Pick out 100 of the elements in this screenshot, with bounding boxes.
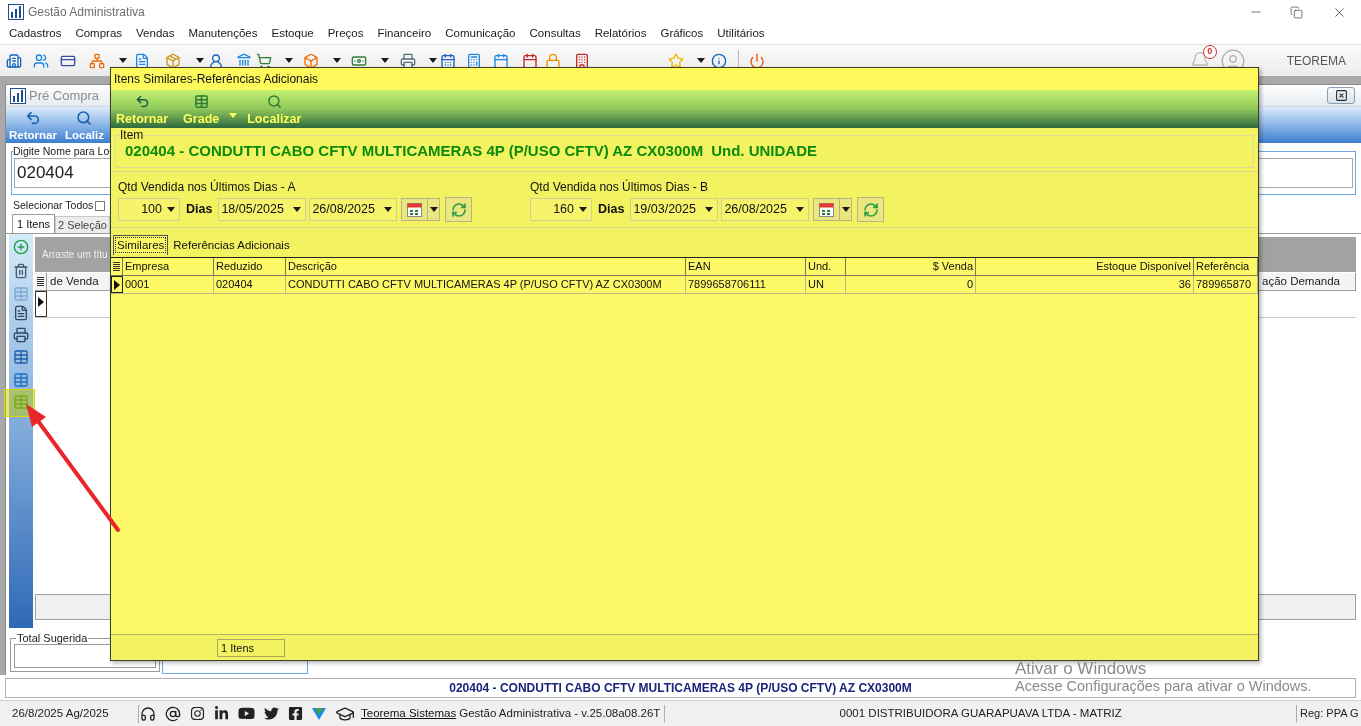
triangle-logo-icon[interactable]	[312, 707, 326, 720]
checkbox[interactable]	[95, 201, 106, 211]
caret-icon[interactable]	[166, 207, 175, 212]
tab[interactable]: 2 Seleção	[55, 216, 110, 233]
twitter-icon[interactable]	[264, 706, 279, 721]
people-icon[interactable]	[33, 52, 49, 69]
power-icon[interactable]	[749, 52, 765, 69]
tab[interactable]: 1 Itens	[12, 214, 56, 233]
package-icon[interactable]	[303, 52, 319, 69]
star-icon[interactable]	[668, 52, 684, 69]
lock-icon[interactable]	[545, 52, 561, 69]
caret-icon[interactable]	[381, 58, 389, 63]
calendar-button[interactable]	[813, 198, 841, 221]
days-dropdown[interactable]: 100	[118, 198, 180, 221]
date-picker[interactable]: 18/05/2025	[218, 198, 307, 221]
menu-item[interactable]: Cadastros	[9, 25, 62, 43]
search-icon	[76, 110, 93, 126]
menu-item[interactable]: Financeiro	[377, 25, 432, 43]
box-icon[interactable]	[165, 52, 181, 69]
date-picker[interactable]: 26/08/2025	[721, 198, 810, 221]
menu-item[interactable]: Manutenções	[188, 25, 258, 43]
menu-item[interactable]: Estoque	[271, 25, 314, 43]
plus-icon[interactable]	[13, 239, 29, 255]
person-icon[interactable]	[208, 52, 224, 69]
menu-item[interactable]: Consultas	[529, 25, 581, 43]
table-icon[interactable]	[13, 349, 29, 365]
column-header[interactable]: de Venda	[47, 273, 110, 290]
facebook-icon[interactable]	[288, 706, 303, 721]
column-header[interactable]: EAN	[686, 258, 806, 275]
document-icon[interactable]	[13, 305, 29, 321]
date-picker[interactable]: 19/03/2025	[630, 198, 719, 221]
caret-icon[interactable]	[333, 58, 341, 63]
column-header[interactable]: Descrição	[286, 258, 686, 275]
list-icon[interactable]	[113, 262, 120, 271]
calendar-button[interactable]	[401, 198, 429, 221]
trash-icon[interactable]	[13, 263, 29, 279]
calculator-icon[interactable]	[466, 52, 482, 69]
tab[interactable]: Similares	[113, 235, 169, 255]
caret-icon[interactable]	[795, 207, 804, 212]
caret-icon[interactable]	[697, 58, 705, 63]
group-hint: Arraste um títu	[42, 248, 108, 262]
menu-item[interactable]: Relatórios	[594, 25, 647, 43]
menu-item[interactable]: Utilitários	[717, 25, 765, 43]
caret-icon[interactable]	[841, 207, 850, 212]
caret-icon[interactable]	[292, 207, 301, 212]
org-chart-icon[interactable]	[89, 52, 105, 69]
row-header[interactable]	[35, 291, 47, 317]
instagram-icon[interactable]	[190, 706, 205, 721]
menu-item[interactable]: Vendas	[136, 25, 175, 43]
date-picker[interactable]: 26/08/2025	[309, 198, 398, 221]
column-chooser[interactable]	[35, 273, 47, 290]
list-icon[interactable]	[37, 277, 44, 286]
caret-icon[interactable]	[704, 207, 713, 212]
building-icon[interactable]	[6, 52, 22, 69]
tab[interactable]: Referências Adicionais	[170, 237, 293, 255]
restore-icon[interactable]	[1290, 5, 1303, 19]
dropdown-button[interactable]	[428, 198, 441, 221]
days-dropdown[interactable]: 160	[530, 198, 592, 221]
menu-item[interactable]: Preços	[327, 25, 364, 43]
caret-icon[interactable]	[429, 58, 437, 63]
period-label: Qtd Vendida nos Últimos Dias - B	[530, 180, 710, 194]
table-cell: UN	[806, 276, 846, 293]
column-header[interactable]: Reduzido	[214, 258, 286, 275]
building-icon[interactable]	[574, 52, 590, 69]
register-text: Reg: PPA G	[1299, 706, 1360, 722]
column-header[interactable]: Und.	[806, 258, 846, 275]
undo-arrow-icon	[24, 110, 41, 126]
table-cell: 020404	[214, 276, 286, 293]
at-sign-icon[interactable]	[165, 705, 181, 722]
dropdown-button[interactable]	[840, 198, 853, 221]
column-header[interactable]: Estoque Disponível	[976, 258, 1194, 275]
column-header[interactable]: ação Demanda	[1258, 273, 1356, 290]
menu-item[interactable]: Comunicação	[445, 25, 516, 43]
column-chooser[interactable]	[111, 258, 123, 275]
printer-icon[interactable]	[400, 52, 416, 69]
website-link[interactable]: Teorema Sistemas	[361, 704, 457, 723]
table-cell: 0	[846, 276, 976, 293]
info-icon[interactable]	[711, 52, 727, 69]
undo-arrow-icon	[134, 94, 150, 109]
caret-icon[interactable]	[196, 58, 204, 63]
close-button[interactable]	[1327, 87, 1355, 104]
linkedin-icon[interactable]	[214, 706, 229, 721]
headset-icon[interactable]	[140, 705, 156, 722]
document-icon[interactable]	[134, 52, 150, 69]
caret-icon[interactable]	[383, 207, 392, 212]
field-label: Digite Nome para Lo	[13, 145, 110, 157]
column-header[interactable]: $ Venda	[846, 258, 976, 275]
caret-icon[interactable]	[119, 58, 127, 63]
caret-icon[interactable]	[578, 207, 587, 212]
caret-icon[interactable]	[429, 207, 438, 212]
item-unit: Und. UNIDADE	[711, 142, 817, 160]
menu-item[interactable]: Compras	[75, 25, 123, 43]
column-header[interactable]: Referência	[1194, 258, 1258, 275]
caret-icon[interactable]	[285, 58, 293, 63]
column-header[interactable]: Empresa	[123, 258, 214, 275]
youtube-icon[interactable]	[238, 705, 255, 722]
close-icon	[1334, 89, 1348, 102]
menu-item[interactable]: Gráficos	[660, 25, 704, 43]
printer-icon[interactable]	[13, 327, 29, 343]
calendar-icon[interactable]	[440, 52, 456, 69]
